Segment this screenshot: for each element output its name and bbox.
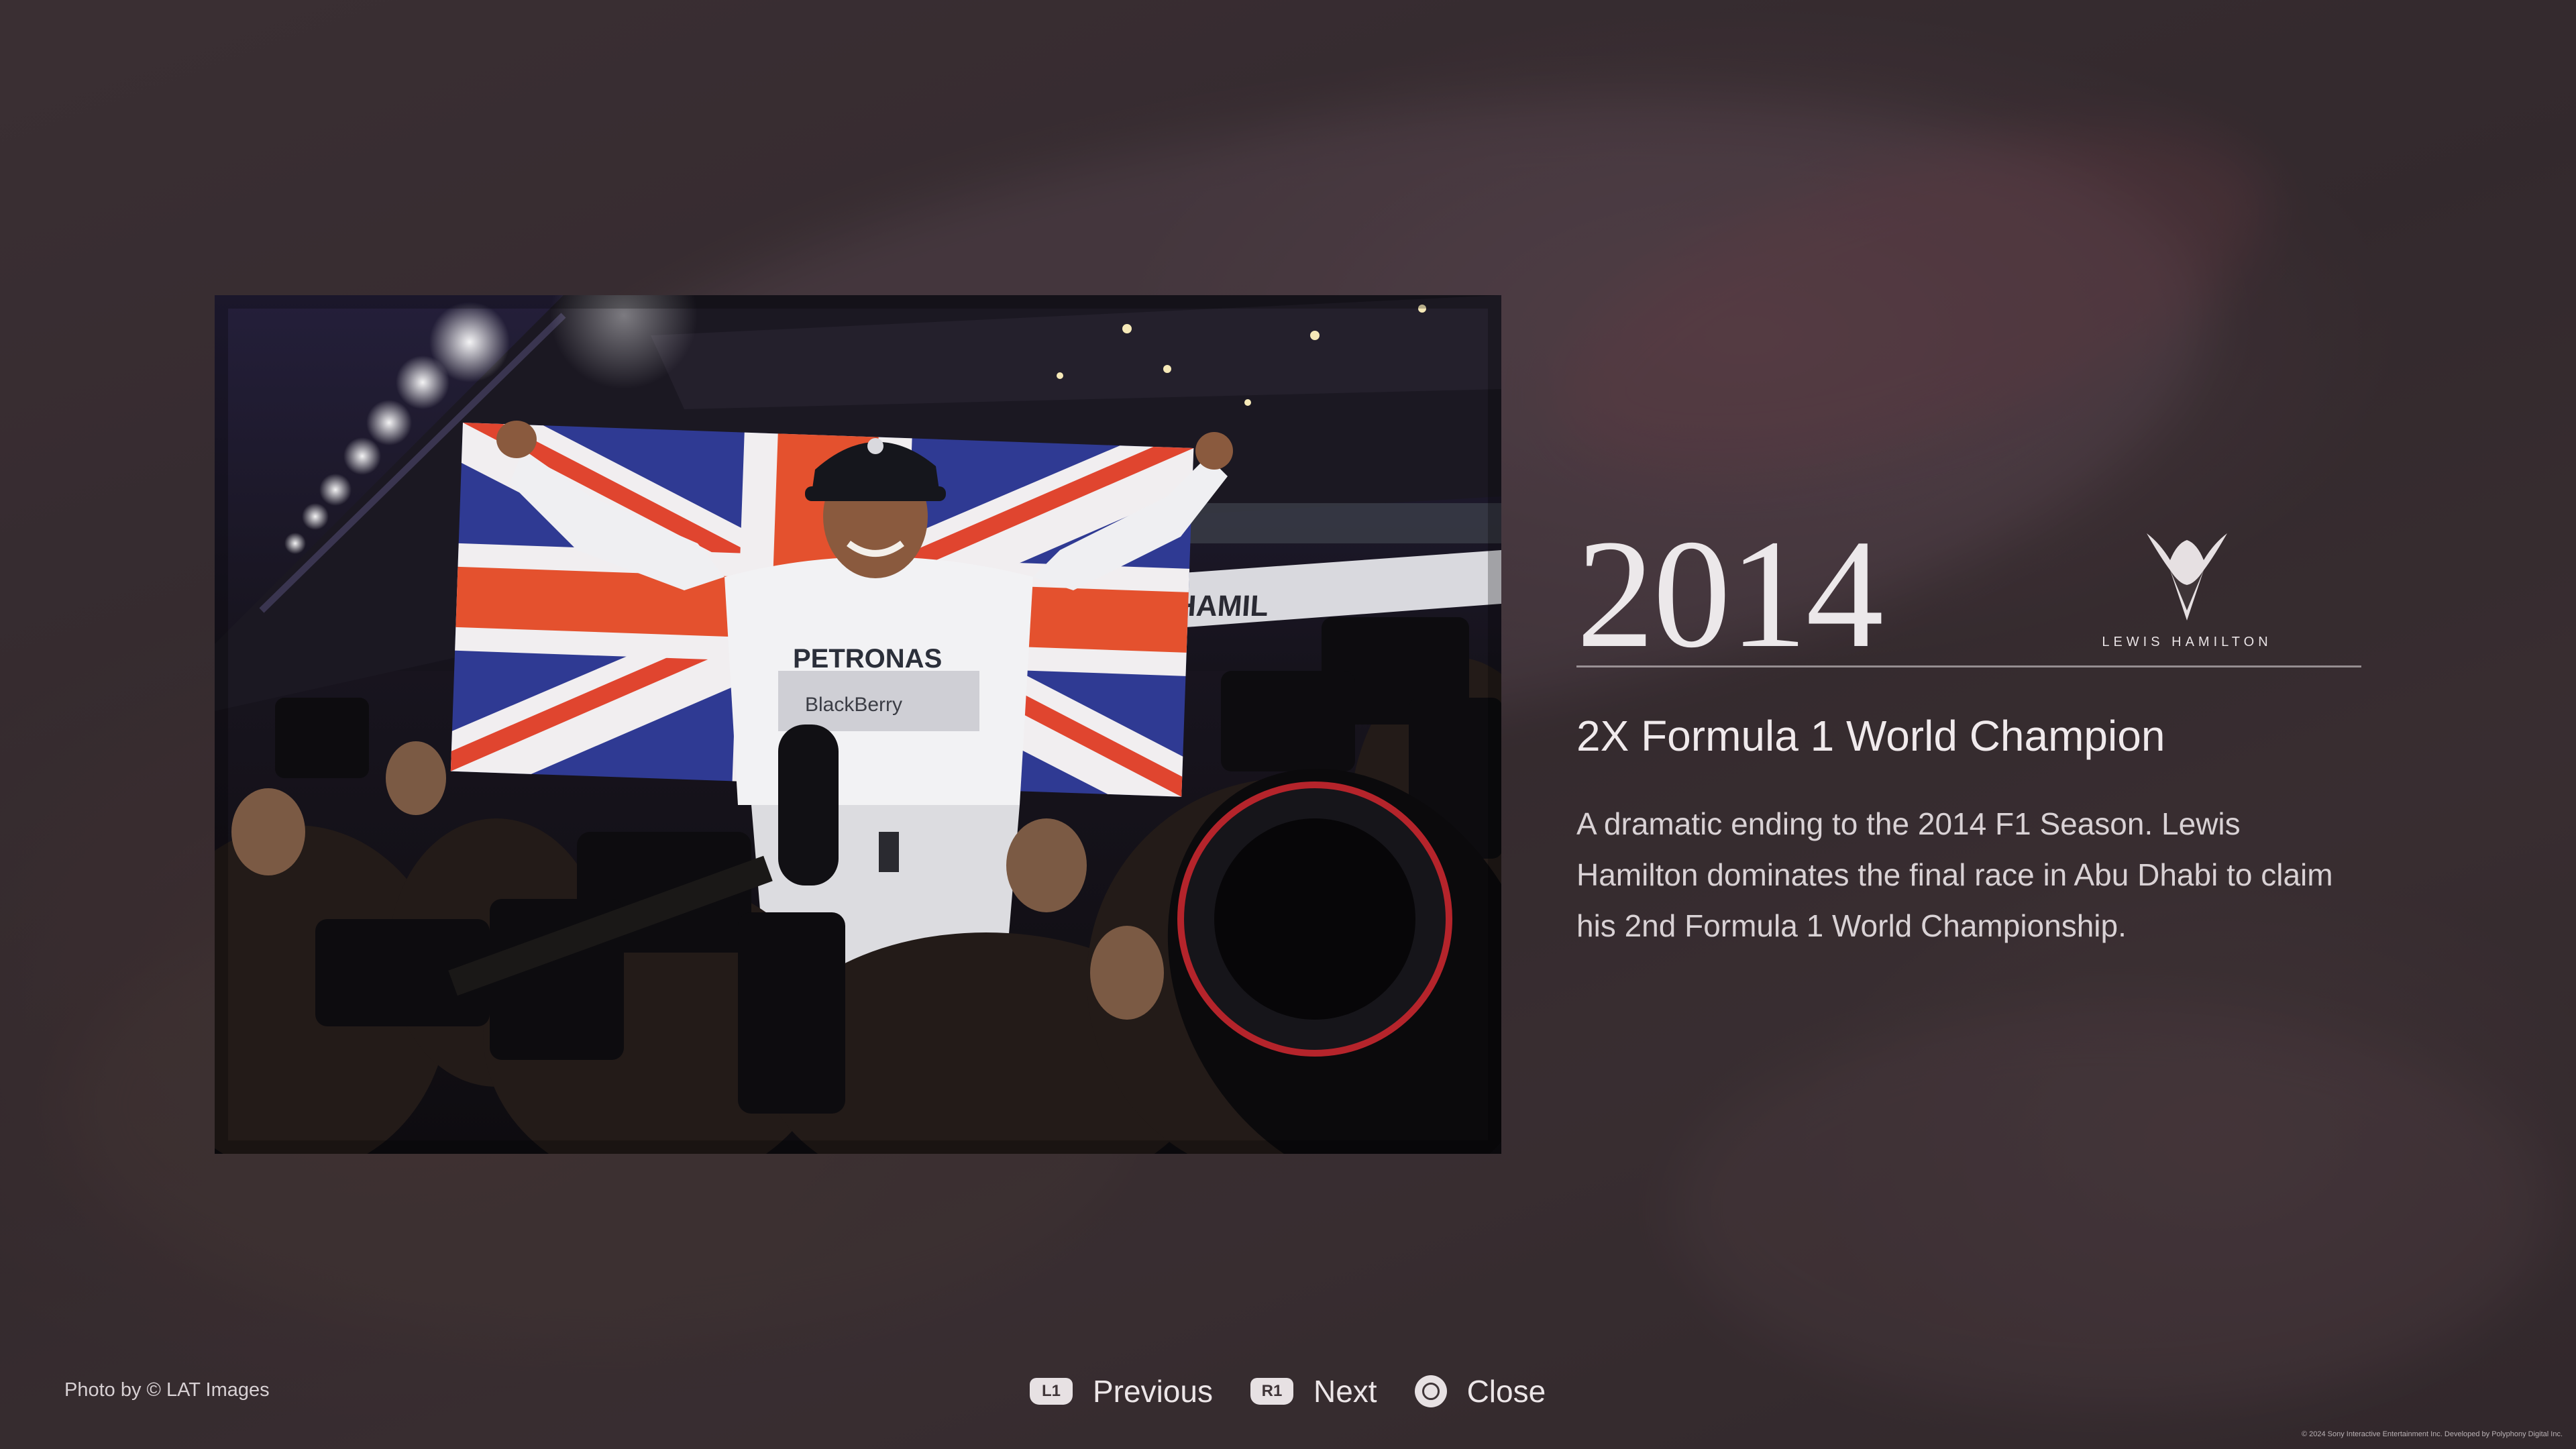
previous-label: Previous bbox=[1093, 1374, 1213, 1409]
featured-photo: IS HAMIL PETRONAS BlackBerry bbox=[215, 295, 1501, 1154]
r1-button-icon: R1 bbox=[1250, 1378, 1293, 1405]
achievement-title: 2X Formula 1 World Champion bbox=[1576, 712, 2165, 760]
controller-hints: L1 Previous R1 Next Close bbox=[1030, 1371, 1546, 1411]
circle-button-icon bbox=[1414, 1375, 1447, 1407]
shirt-sponsor: BlackBerry bbox=[805, 694, 902, 716]
driver-brand: LEWIS HAMILTON bbox=[2093, 530, 2281, 650]
previous-button[interactable]: L1 Previous bbox=[1030, 1373, 1213, 1409]
l1-button-icon: L1 bbox=[1030, 1378, 1073, 1405]
gallery-screen: IS HAMIL PETRONAS BlackBerry 2014 LEWIS … bbox=[0, 0, 2576, 1449]
lewis-hamilton-wings-logo-icon bbox=[2147, 533, 2227, 621]
shirt-text: PETRONAS bbox=[793, 644, 942, 674]
next-button[interactable]: R1 Next bbox=[1250, 1373, 1377, 1409]
close-button[interactable]: Close bbox=[1414, 1373, 1546, 1409]
brand-text: LEWIS HAMILTON bbox=[2102, 635, 2272, 649]
achievement-description: A dramatic ending to the 2014 F1 Season.… bbox=[1576, 806, 2333, 943]
year-heading: 2014 bbox=[1576, 508, 1884, 680]
close-label: Close bbox=[1466, 1374, 1546, 1409]
divider bbox=[1576, 665, 2361, 667]
next-label: Next bbox=[1313, 1374, 1377, 1409]
copyright-notice: © 2024 Sony Interactive Entertainment In… bbox=[2301, 1430, 2563, 1438]
photo-credit: Photo by © LAT Images bbox=[64, 1379, 270, 1401]
photo-illustration: IS HAMIL PETRONAS BlackBerry bbox=[215, 295, 1501, 1154]
